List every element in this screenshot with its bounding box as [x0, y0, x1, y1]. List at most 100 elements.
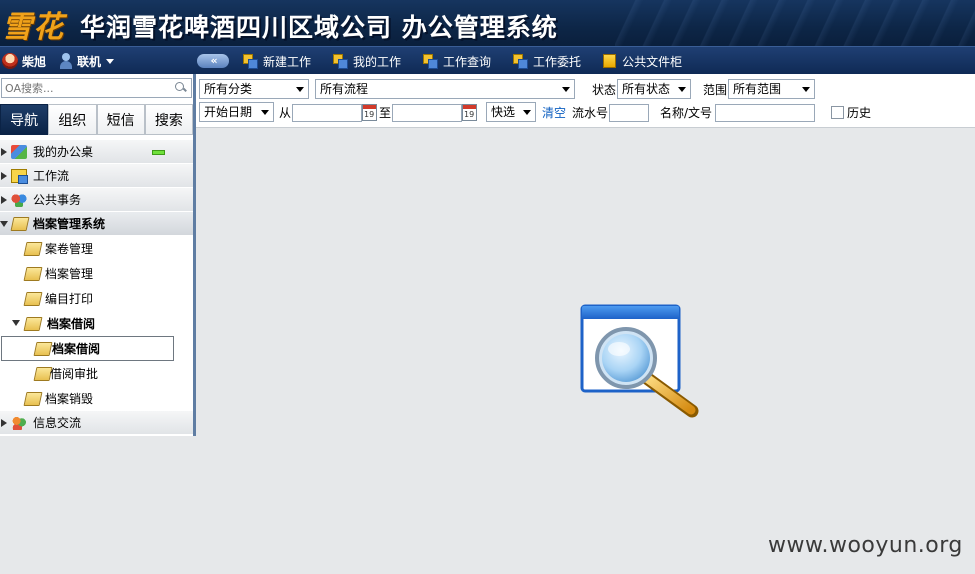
tree-item-borrow-approval[interactable]: 借阅审批 [0, 361, 193, 386]
chevron-down-icon [296, 87, 304, 92]
tab-navigation[interactable]: 导航 [0, 104, 49, 135]
scope-label: 范围 [703, 83, 728, 97]
select-value: 所有分类 [204, 82, 253, 96]
user-avatar-icon [2, 53, 18, 69]
select-value: 所有范围 [733, 82, 782, 96]
online-status-label: 联机 [77, 54, 102, 69]
workflow-icon [11, 169, 28, 184]
filter-toolbar: 所有分类 所有流程 状态 所有状态 范围 所有范围 开始日期 从 至 快选 清空… [196, 74, 975, 128]
menu-label: 工作查询 [443, 54, 492, 69]
serial-number-input[interactable] [609, 104, 649, 122]
user-status-icon [58, 53, 74, 69]
clear-link[interactable]: 清空 [542, 103, 566, 123]
double-chevron-left-icon: « [210, 54, 217, 67]
serial-number-label: 流水号 [572, 106, 609, 120]
online-status-dropdown[interactable]: 联机 [58, 52, 115, 70]
tree-label: 我的办公桌 [33, 145, 94, 159]
tree-label: 公共事务 [33, 193, 82, 207]
archive-icon [23, 292, 43, 306]
tree-item-archive-system[interactable]: 档案管理系统 [0, 212, 193, 236]
to-label: 至 [379, 106, 392, 120]
archive-icon [33, 342, 53, 356]
watermark-text: www.wooyun.org [768, 533, 963, 558]
tree-item-my-desk[interactable]: 我的办公桌 [0, 140, 193, 164]
history-checkbox[interactable] [831, 106, 844, 119]
tab-organization[interactable]: 组织 [48, 104, 97, 135]
status-indicator [152, 150, 165, 155]
expand-arrow-icon [1, 172, 7, 180]
scope-select[interactable]: 所有范围 [728, 79, 815, 99]
chevron-down-icon [106, 58, 115, 64]
tree-label: 档案借阅 [47, 317, 96, 331]
menu-label: 工作委托 [533, 54, 582, 69]
from-label: 从 [279, 106, 292, 120]
end-date-input[interactable] [392, 104, 462, 122]
tree-label: 编目打印 [45, 292, 94, 306]
tree-item-public-affairs[interactable]: 公共事务 [0, 188, 193, 212]
search-icon[interactable] [175, 82, 187, 94]
oa-search-input[interactable] [1, 78, 192, 98]
tree-item-archive-destroy[interactable]: 档案销毁 [0, 386, 193, 411]
tree-label: 案卷管理 [45, 242, 94, 256]
top-menu: 新建工作 我的工作 工作查询 工作委托 公共文件柜 [243, 47, 704, 75]
quick-select[interactable]: 快选 [486, 102, 536, 122]
public-affairs-icon [11, 193, 27, 207]
start-date-input[interactable] [292, 104, 362, 122]
archive-icon [23, 317, 43, 331]
category-select[interactable]: 所有分类 [199, 79, 309, 99]
tab-search[interactable]: 搜索 [144, 104, 193, 135]
brand-logo: 雪花 [2, 10, 64, 45]
tree-item-catalog-print[interactable]: 编目打印 [0, 286, 193, 311]
tree-label: 档案借阅 [52, 342, 101, 356]
workflow-icon [243, 54, 258, 69]
archive-icon [23, 392, 43, 406]
tree-label: 档案销毁 [45, 392, 94, 406]
menu-my-work[interactable]: 我的工作 [333, 53, 401, 70]
status-select[interactable]: 所有状态 [617, 79, 691, 99]
tree-item-volume-mgmt[interactable]: 案卷管理 [0, 236, 193, 261]
chevron-down-icon [802, 87, 810, 92]
menu-label: 公共文件柜 [622, 54, 683, 69]
menu-label: 我的工作 [353, 54, 402, 69]
calendar-icon[interactable] [362, 104, 377, 121]
chevron-down-icon [678, 87, 686, 92]
flow-select[interactable]: 所有流程 [315, 79, 575, 99]
header-banner: 雪花 华润雪花啤酒四川区域公司 办公管理系统 [0, 0, 975, 46]
chevron-down-icon [261, 110, 269, 115]
workflow-icon [333, 54, 349, 69]
tree-label: 档案管理系统 [33, 217, 106, 231]
tree-item-archive-borrow-selected[interactable]: 档案借阅 [1, 336, 174, 361]
chevron-down-icon [562, 87, 570, 92]
collapse-sidebar-button[interactable]: « [197, 54, 229, 68]
select-value: 所有状态 [622, 82, 671, 96]
info-exchange-icon [11, 416, 27, 430]
calendar-icon[interactable] [462, 104, 477, 121]
tree-label: 借阅审批 [50, 367, 99, 381]
workflow-icon [423, 54, 439, 69]
select-value: 所有流程 [320, 82, 369, 96]
name-doc-number-input[interactable] [715, 104, 815, 122]
tree-item-archive-mgmt[interactable]: 档案管理 [0, 261, 193, 286]
tree-label: 工作流 [33, 169, 70, 183]
tab-messages[interactable]: 短信 [96, 104, 145, 135]
menu-new-work[interactable]: 新建工作 [243, 53, 311, 70]
select-value: 开始日期 [204, 105, 253, 119]
archive-icon [23, 267, 43, 281]
search-magnifier-icon [580, 304, 699, 418]
app-title: 华润雪花啤酒四川区域公司 办公管理系统 [80, 13, 558, 42]
current-user[interactable]: 柴旭 [2, 52, 46, 70]
tree-item-info-exchange[interactable]: 信息交流 [0, 411, 193, 435]
collapse-arrow-icon [0, 221, 8, 227]
tree-item-workflow[interactable]: 工作流 [0, 164, 193, 188]
expand-arrow-icon [1, 196, 7, 204]
sidebar-search [0, 78, 193, 100]
banner-decoration [615, 0, 975, 46]
sidebar: 导航 组织 短信 搜索 我的办公桌 工作流 公共事务 档案管理系统 案卷 [0, 74, 196, 436]
status-label: 状态 [592, 83, 617, 97]
tree-label: 档案管理 [45, 267, 94, 281]
menu-work-query[interactable]: 工作查询 [423, 53, 491, 70]
tree-item-archive-borrow[interactable]: 档案借阅 [0, 311, 193, 336]
menu-public-files[interactable]: 公共文件柜 [603, 53, 682, 70]
date-type-select[interactable]: 开始日期 [199, 102, 274, 122]
menu-work-delegate[interactable]: 工作委托 [513, 53, 581, 70]
